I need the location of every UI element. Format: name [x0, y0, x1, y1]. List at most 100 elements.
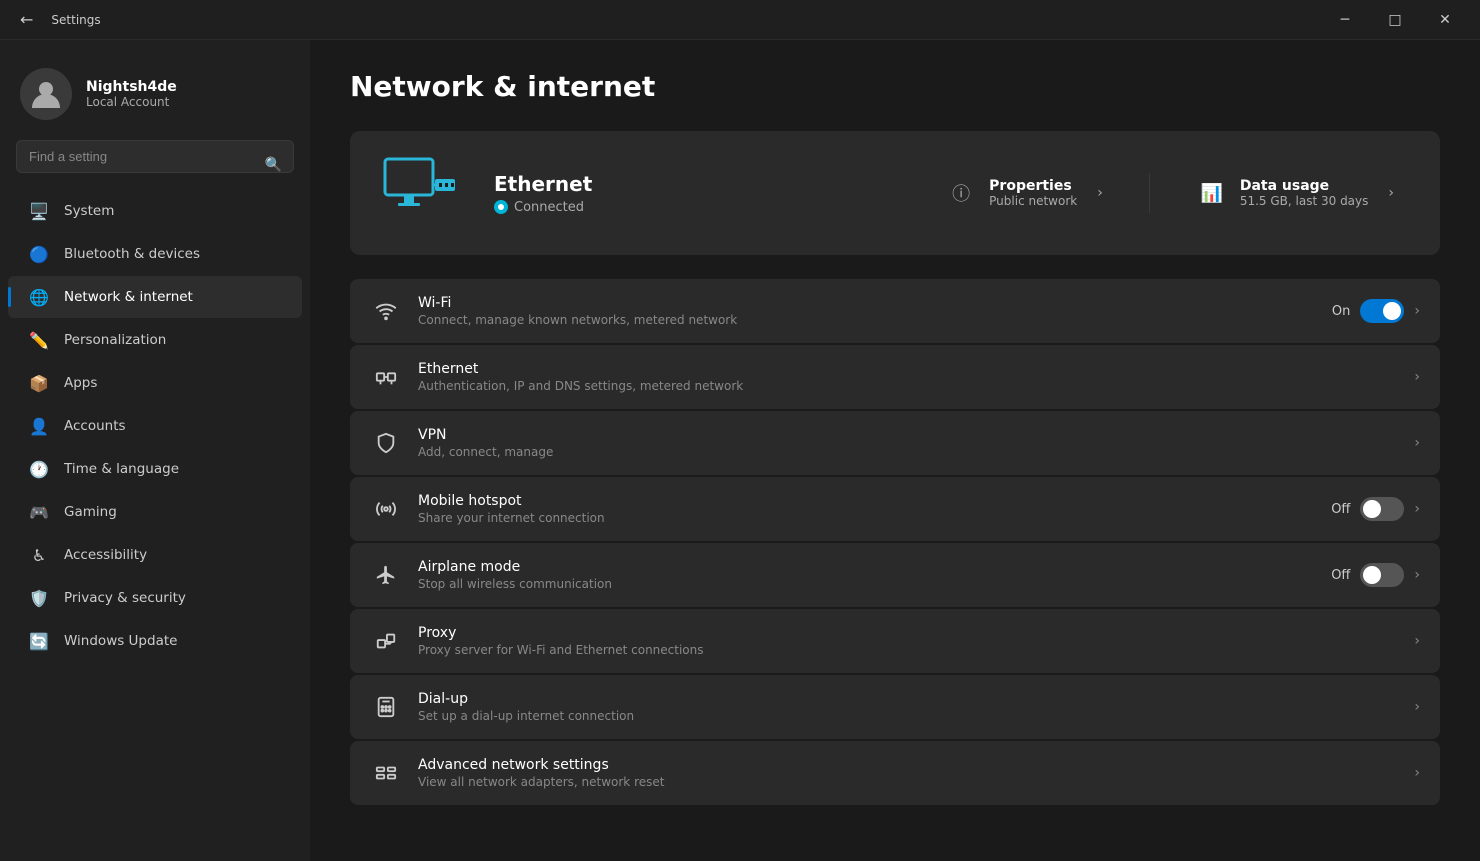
nav-icon-network: 🌐 — [28, 286, 50, 308]
properties-button[interactable]: ⓘ Properties Public network › — [929, 169, 1119, 217]
sidebar-item-apps[interactable]: 📦 Apps — [8, 362, 302, 404]
icon-ethernet — [370, 361, 402, 393]
icon-proxy — [370, 625, 402, 657]
nav-icon-gaming: 🎮 — [28, 501, 50, 523]
sidebar-item-accessibility[interactable]: ♿ Accessibility — [8, 534, 302, 576]
setting-name-ethernet: Ethernet — [418, 361, 1398, 377]
nav-label-privacy: Privacy & security — [64, 590, 186, 606]
setting-row-airplane-mode[interactable]: Airplane mode Stop all wireless communic… — [350, 543, 1440, 607]
properties-info: Properties Public network — [989, 178, 1077, 208]
setting-row-mobile-hotspot[interactable]: Mobile hotspot Share your internet conne… — [350, 477, 1440, 541]
sidebar-item-accounts[interactable]: 👤 Accounts — [8, 405, 302, 447]
app-container: Nightsh4de Local Account 🔍 🖥️ System 🔵 B… — [0, 40, 1480, 861]
toggle-thumb-airplane-mode — [1363, 566, 1381, 584]
sidebar-nav: 🖥️ System 🔵 Bluetooth & devices 🌐 Networ… — [0, 189, 310, 663]
sidebar-item-network[interactable]: 🌐 Network & internet — [8, 276, 302, 318]
user-name: Nightsh4de — [86, 79, 177, 95]
title-bar-left: ← Settings — [12, 6, 101, 33]
setting-right-proxy: › — [1414, 633, 1420, 649]
nav-label-network: Network & internet — [64, 289, 193, 305]
setting-row-dial-up[interactable]: Dial-up Set up a dial-up internet connec… — [350, 675, 1440, 739]
search-input[interactable] — [16, 140, 294, 173]
setting-desc-ethernet: Authentication, IP and DNS settings, met… — [418, 379, 1398, 393]
icon-advanced — [370, 757, 402, 789]
nav-label-accounts: Accounts — [64, 418, 126, 434]
nav-label-update: Windows Update — [64, 633, 177, 649]
toggle-label-mobile-hotspot: Off — [1331, 502, 1350, 517]
toggle-airplane-mode[interactable] — [1360, 563, 1404, 587]
setting-text-advanced: Advanced network settings View all netwo… — [418, 757, 1398, 789]
nav-label-time: Time & language — [64, 461, 179, 477]
chevron-dial-up: › — [1414, 699, 1420, 715]
back-button[interactable]: ← — [12, 6, 41, 33]
nav-label-personalization: Personalization — [64, 332, 166, 348]
main-content: Network & internet E — [310, 40, 1480, 861]
toggle-mobile-hotspot[interactable] — [1360, 497, 1404, 521]
maximize-button[interactable]: □ — [1372, 4, 1418, 36]
toggle-thumb-mobile-hotspot — [1363, 500, 1381, 518]
setting-text-ethernet: Ethernet Authentication, IP and DNS sett… — [418, 361, 1398, 393]
setting-right-airplane-mode: Off › — [1331, 563, 1420, 587]
chevron-advanced: › — [1414, 765, 1420, 781]
setting-row-wifi[interactable]: Wi-Fi Connect, manage known networks, me… — [350, 279, 1440, 343]
data-usage-label: Data usage — [1240, 178, 1369, 194]
sidebar-item-bluetooth[interactable]: 🔵 Bluetooth & devices — [8, 233, 302, 275]
setting-desc-wifi: Connect, manage known networks, metered … — [418, 313, 1316, 327]
properties-label: Properties — [989, 178, 1077, 194]
chevron-wifi: › — [1414, 303, 1420, 319]
setting-right-vpn: › — [1414, 435, 1420, 451]
setting-name-dial-up: Dial-up — [418, 691, 1398, 707]
nav-icon-accounts: 👤 — [28, 415, 50, 437]
sidebar-item-update[interactable]: 🔄 Windows Update — [8, 620, 302, 662]
properties-chevron: › — [1097, 185, 1103, 201]
sidebar-item-gaming[interactable]: 🎮 Gaming — [8, 491, 302, 533]
setting-name-wifi: Wi-Fi — [418, 295, 1316, 311]
user-profile[interactable]: Nightsh4de Local Account — [0, 56, 310, 140]
setting-right-mobile-hotspot: Off › — [1331, 497, 1420, 521]
window-controls: ─ □ ✕ — [1322, 4, 1468, 36]
nav-icon-system: 🖥️ — [28, 200, 50, 222]
data-usage-value: 51.5 GB, last 30 days — [1240, 194, 1369, 208]
chevron-proxy: › — [1414, 633, 1420, 649]
ethernet-illustration — [380, 151, 470, 235]
ethernet-hero-info: Ethernet Connected — [494, 172, 905, 215]
properties-value: Public network — [989, 194, 1077, 208]
setting-desc-vpn: Add, connect, manage — [418, 445, 1398, 459]
setting-row-vpn[interactable]: VPN Add, connect, manage › — [350, 411, 1440, 475]
chevron-vpn: › — [1414, 435, 1420, 451]
icon-airplane-mode — [370, 559, 402, 591]
setting-name-airplane-mode: Airplane mode — [418, 559, 1315, 575]
window-title: Settings — [51, 13, 100, 27]
ethernet-hero-name: Ethernet — [494, 172, 905, 196]
setting-text-proxy: Proxy Proxy server for Wi-Fi and Etherne… — [418, 625, 1398, 657]
toggle-label-airplane-mode: Off — [1331, 568, 1350, 583]
data-usage-icon: 📊 — [1196, 177, 1228, 209]
sidebar-item-system[interactable]: 🖥️ System — [8, 190, 302, 232]
nav-icon-privacy: 🛡️ — [28, 587, 50, 609]
toggle-wifi[interactable] — [1360, 299, 1404, 323]
setting-row-proxy[interactable]: Proxy Proxy server for Wi-Fi and Etherne… — [350, 609, 1440, 673]
sidebar-item-time[interactable]: 🕐 Time & language — [8, 448, 302, 490]
data-usage-button[interactable]: 📊 Data usage 51.5 GB, last 30 days › — [1180, 169, 1410, 217]
data-usage-chevron: › — [1388, 185, 1394, 201]
setting-row-advanced[interactable]: Advanced network settings View all netwo… — [350, 741, 1440, 805]
nav-icon-apps: 📦 — [28, 372, 50, 394]
nav-label-accessibility: Accessibility — [64, 547, 147, 563]
user-info: Nightsh4de Local Account — [86, 79, 177, 109]
search-icon: 🔍 — [265, 157, 282, 173]
icon-vpn — [370, 427, 402, 459]
info-icon: ⓘ — [945, 177, 977, 209]
close-button[interactable]: ✕ — [1422, 4, 1468, 36]
chevron-mobile-hotspot: › — [1414, 501, 1420, 517]
setting-desc-proxy: Proxy server for Wi-Fi and Ethernet conn… — [418, 643, 1398, 657]
chevron-ethernet: › — [1414, 369, 1420, 385]
setting-desc-dial-up: Set up a dial-up internet connection — [418, 709, 1398, 723]
setting-row-ethernet[interactable]: Ethernet Authentication, IP and DNS sett… — [350, 345, 1440, 409]
sidebar-item-personalization[interactable]: ✏️ Personalization — [8, 319, 302, 361]
icon-dial-up — [370, 691, 402, 723]
nav-icon-personalization: ✏️ — [28, 329, 50, 351]
sidebar-item-privacy[interactable]: 🛡️ Privacy & security — [8, 577, 302, 619]
ethernet-status: Connected — [494, 200, 905, 215]
minimize-button[interactable]: ─ — [1322, 4, 1368, 36]
nav-label-system: System — [64, 203, 114, 219]
